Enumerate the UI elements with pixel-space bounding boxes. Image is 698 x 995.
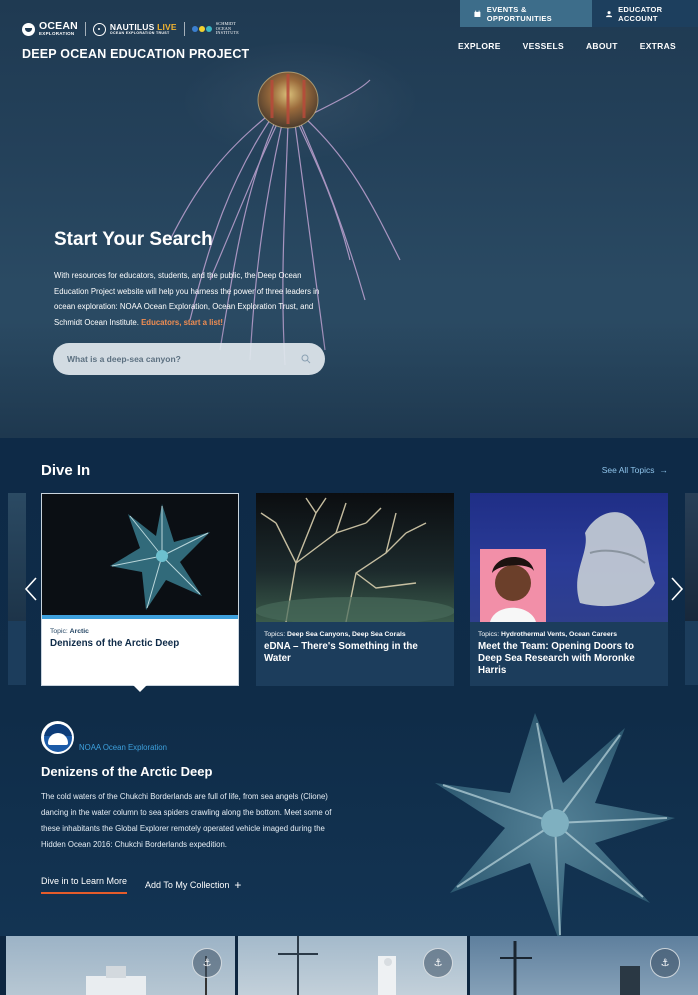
anchor-icon[interactable]: ⚓ bbox=[423, 948, 453, 978]
anchor-icon[interactable]: ⚓ bbox=[192, 948, 222, 978]
events-opportunities-button[interactable]: EVENTS & OPPORTUNITIES bbox=[460, 0, 592, 27]
jellyfish-image bbox=[169, 71, 401, 366]
learn-more-link[interactable]: Dive in to Learn More bbox=[41, 876, 128, 894]
card-image bbox=[470, 493, 668, 622]
topic-card[interactable]: Topics: Deep Sea Canyons, Deep Sea Coral… bbox=[256, 493, 454, 686]
exploration-logo-text: EXPLORATION bbox=[39, 31, 75, 36]
card-title: eDNA – There's Something in the Water bbox=[264, 641, 418, 664]
plus-icon: + bbox=[234, 878, 242, 892]
add-to-collection-button[interactable]: Add To My Collection + bbox=[145, 876, 241, 894]
card-topic-value: Arctic bbox=[69, 628, 89, 635]
user-icon bbox=[606, 10, 613, 17]
noaa-mark-icon bbox=[22, 22, 35, 36]
site-title[interactable]: DEEP OCEAN EDUCATION PROJECT bbox=[22, 47, 249, 61]
events-opportunities-label: EVENTS & OPPORTUNITIES bbox=[486, 4, 552, 23]
card-topic: Topics: Deep Sea Canyons, Deep Sea Coral… bbox=[264, 631, 446, 638]
search-input[interactable] bbox=[67, 354, 301, 364]
card-topic-value: Hydrothermal Vents, Ocean Careers bbox=[501, 631, 618, 638]
dive-in-section: Dive In See All Topics → Topic: Arctic D… bbox=[0, 438, 698, 936]
vessels-strip: ⚓ ⚓ ⚓ bbox=[0, 936, 698, 995]
search-bar[interactable] bbox=[53, 343, 325, 375]
calendar-icon bbox=[474, 10, 481, 17]
feature-description: The cold waters of the Chukchi Borderlan… bbox=[41, 792, 332, 849]
see-all-topics-link[interactable]: See All Topics → bbox=[602, 465, 668, 475]
arrow-right-icon: → bbox=[659, 465, 669, 475]
institute-logo-text: INSTITUTE bbox=[215, 30, 239, 36]
dive-in-title: Dive In bbox=[41, 462, 91, 479]
card-topic-value: Deep Sea Canyons, Deep Sea Corals bbox=[287, 631, 406, 638]
card-title: Denizens of the Arctic Deep bbox=[50, 638, 180, 649]
card-image bbox=[42, 494, 238, 619]
sea-star-image bbox=[435, 713, 675, 936]
vessel-tile[interactable]: ⚓ bbox=[238, 936, 467, 995]
nautilus-live-logo[interactable]: NAUTILUS LIVE OCEAN EXPLORATION TRUST bbox=[92, 22, 177, 36]
noaa-logo-icon bbox=[41, 721, 74, 754]
carousel-prev-arrow-icon[interactable] bbox=[24, 576, 38, 602]
carousel-next-arrow-icon[interactable] bbox=[670, 576, 684, 602]
card-title: Meet the Team: Opening Doors to Deep Sea… bbox=[478, 641, 635, 676]
card-topic: Topic: Arctic bbox=[50, 628, 230, 635]
add-to-collection-label: Add To My Collection bbox=[145, 880, 230, 890]
feature-title: Denizens of the Arctic Deep bbox=[41, 764, 213, 779]
nav-extras[interactable]: EXTRAS bbox=[640, 41, 676, 51]
educators-start-list-link[interactable]: Educators, start a list! bbox=[141, 318, 223, 327]
partner-logos: OCEAN EXPLORATION NAUTILUS LIVE OCEAN EX… bbox=[22, 20, 239, 36]
logo-divider bbox=[183, 22, 185, 36]
card-topic-prefix: Topics: bbox=[264, 631, 286, 638]
card-topic-prefix: Topic: bbox=[50, 628, 68, 635]
vessel-tile[interactable]: ⚓ bbox=[470, 936, 698, 995]
ocean-exploration-logo[interactable]: OCEAN EXPLORATION bbox=[22, 20, 78, 36]
nav-vessels[interactable]: VESSELS bbox=[523, 41, 564, 51]
nav-about[interactable]: ABOUT bbox=[586, 41, 618, 51]
card-topic: Topics: Hydrothermal Vents, Ocean Career… bbox=[478, 631, 660, 638]
search-icon[interactable] bbox=[301, 354, 311, 364]
see-all-topics-label: See All Topics bbox=[601, 465, 655, 475]
vessel-tile[interactable]: ⚓ bbox=[6, 936, 235, 995]
schmidt-ocean-logo[interactable]: SCHMIDT OCEAN INSTITUTE bbox=[191, 21, 239, 36]
topic-card[interactable]: Topics: Hydrothermal Vents, Ocean Career… bbox=[470, 493, 668, 686]
feature-source[interactable]: NOAA Ocean Exploration bbox=[79, 743, 167, 752]
hero-description: With resources for educators, students, … bbox=[54, 268, 334, 330]
logo-divider bbox=[84, 22, 86, 36]
topic-card[interactable]: Topic: Arctic Denizens of the Arctic Dee… bbox=[41, 493, 239, 686]
feature-actions: Dive in to Learn More Add To My Collecti… bbox=[41, 876, 241, 894]
next-card-peek[interactable] bbox=[685, 493, 698, 685]
nav-explore[interactable]: EXPLORE bbox=[458, 41, 501, 51]
top-utility-bar: EVENTS & OPPORTUNITIES EDUCATOR ACCOUNT bbox=[460, 0, 698, 27]
hero-section: EVENTS & OPPORTUNITIES EDUCATOR ACCOUNT … bbox=[0, 0, 698, 438]
schmidt-mark-icon bbox=[191, 26, 212, 32]
ocean-logo-text: OCEAN bbox=[39, 20, 78, 32]
card-image bbox=[256, 493, 454, 622]
educator-account-button[interactable]: EDUCATOR ACCOUNT bbox=[592, 0, 698, 27]
compass-icon bbox=[92, 22, 106, 36]
main-nav: EXPLORE VESSELS ABOUT EXTRAS bbox=[458, 41, 676, 51]
nautilus-sub-text: OCEAN EXPLORATION TRUST bbox=[109, 31, 170, 35]
anchor-icon[interactable]: ⚓ bbox=[650, 948, 680, 978]
educator-account-label: EDUCATOR ACCOUNT bbox=[618, 4, 663, 23]
card-topic-prefix: Topics: bbox=[478, 631, 500, 638]
active-card-pointer bbox=[133, 685, 147, 692]
hero-title: Start Your Search bbox=[54, 229, 213, 250]
